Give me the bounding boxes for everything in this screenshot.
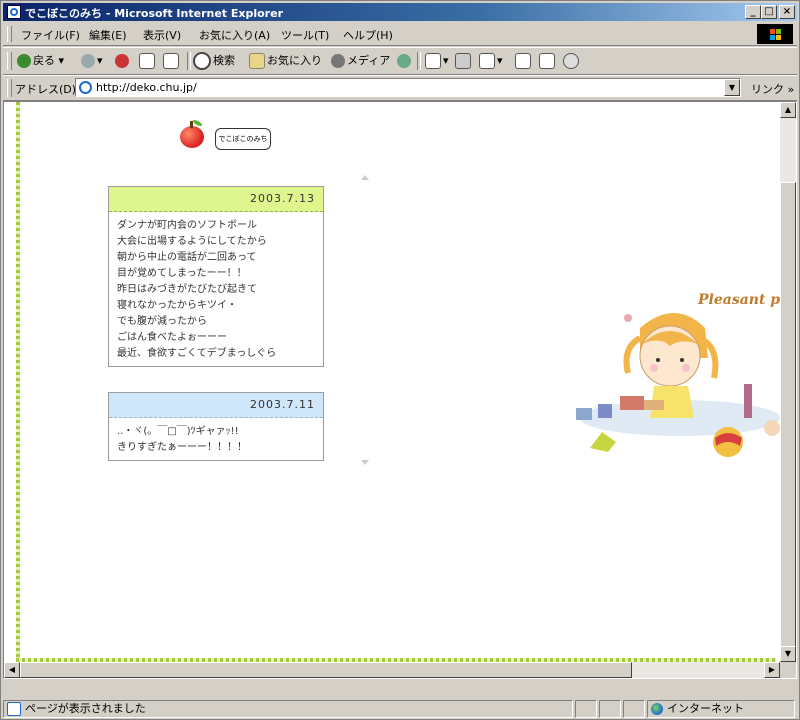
title-bar: でこぼこのみち - Microsoft Internet Explorer _ … — [3, 3, 797, 21]
status-bar: ページが表示されました インターネット — [3, 699, 797, 719]
address-input[interactable]: http://deko.chu.jp/ ▼ — [75, 78, 741, 97]
toolbar-grip — [7, 52, 12, 70]
windows-logo-icon — [757, 24, 793, 44]
refresh-button[interactable] — [139, 51, 157, 71]
refresh-icon — [139, 53, 155, 69]
vertical-scrollbar[interactable]: ▲ ▼ — [780, 102, 796, 662]
menu-favorites[interactable]: お気に入り(A) — [199, 27, 270, 43]
scroll-down-button[interactable]: ▼ — [780, 646, 796, 662]
girl-playing-illustration: Pleasant pla — [570, 288, 794, 464]
close-button[interactable]: × — [779, 5, 795, 19]
media-button[interactable]: メディア — [331, 51, 390, 71]
page-viewport: でこぼこのみち 2003.7.13 ダンナが町内会のソフトボール 大会に出場するよ… — [3, 101, 797, 679]
edit-icon — [479, 53, 495, 69]
messenger-icon — [563, 53, 579, 69]
print-button[interactable] — [455, 51, 473, 71]
history-icon — [397, 54, 411, 68]
diary-entry: 2003.7.13 ダンナが町内会のソフトボール 大会に出場するようにしてたから朝… — [108, 186, 324, 367]
back-button[interactable]: 戻る ▾ — [17, 51, 64, 71]
address-label: アドレス(D) — [15, 83, 77, 96]
forward-button[interactable]: ▾ — [81, 51, 103, 71]
horizontal-scroll-thumb[interactable] — [20, 662, 632, 678]
favorites-icon — [249, 53, 265, 69]
home-icon — [163, 53, 179, 69]
standard-toolbar: 戻る ▾ ▾ 検索 お気に入り メディア ▾ ▾ — [3, 47, 797, 75]
messenger-button[interactable] — [563, 51, 581, 71]
entry-body: ..・ヾ(。￣□￣)ﾂギャァｯ!! きりすぎたぁーーー！！！！ — [117, 426, 247, 453]
menu-tools[interactable]: ツール(T) — [281, 27, 329, 43]
mail-icon — [425, 53, 441, 69]
home-button[interactable] — [163, 51, 181, 71]
toolbar-separator-2 — [417, 52, 421, 70]
search-icon — [193, 52, 211, 70]
address-dropdown-icon[interactable]: ▼ — [724, 79, 740, 96]
scroll-down-arrow-icon[interactable] — [361, 460, 369, 465]
entry-date: 2003.7.11 — [109, 393, 323, 418]
stop-button[interactable] — [115, 51, 131, 71]
discuss-button[interactable] — [515, 51, 533, 71]
research-button[interactable] — [539, 51, 557, 71]
logo-text: でこぼこのみち — [215, 128, 271, 150]
address-bar: アドレス(D) http://deko.chu.jp/ ▼ リンク » — [3, 75, 797, 101]
forward-arrow-icon — [81, 54, 95, 68]
browser-window: でこぼこのみち - Microsoft Internet Explorer _ … — [0, 0, 800, 720]
window-title: でこぼこのみち - Microsoft Internet Explorer — [25, 7, 283, 20]
media-icon — [331, 54, 345, 68]
status-panel-3 — [623, 700, 645, 718]
stop-icon — [115, 54, 129, 68]
scroll-right-button[interactable]: ▶ — [764, 662, 780, 678]
print-icon — [455, 53, 471, 69]
research-icon — [539, 53, 555, 69]
zone-text: インターネット — [667, 702, 744, 715]
entry-body: ダンナが町内会のソフトボール 大会に出場するようにしてたから 朝から中止の電話が二回… — [117, 220, 277, 359]
toolbar-separator — [187, 52, 191, 70]
menu-view[interactable]: 表示(V) — [143, 27, 181, 43]
address-url[interactable]: http://deko.chu.jp/ — [96, 81, 197, 94]
status-text-panel: ページが表示されました — [3, 700, 573, 718]
minimize-button[interactable]: _ — [745, 5, 761, 19]
vertical-scroll-thumb[interactable] — [780, 182, 796, 662]
page-done-icon — [7, 702, 21, 716]
security-zone-panel[interactable]: インターネット — [647, 700, 795, 718]
back-arrow-icon — [17, 54, 31, 68]
links-button[interactable]: リンク » — [751, 81, 794, 97]
scroll-up-arrow-icon[interactable] — [361, 175, 369, 180]
status-panel-2 — [599, 700, 621, 718]
menu-help[interactable]: ヘルプ(H) — [343, 27, 393, 43]
illustration-graphic — [576, 313, 780, 457]
page-icon — [79, 81, 92, 94]
menu-edit[interactable]: 編集(E) — [89, 27, 127, 43]
edit-button[interactable]: ▾ — [479, 51, 503, 71]
apple-icon — [180, 120, 204, 148]
discuss-icon — [515, 53, 531, 69]
favorites-button[interactable]: お気に入り — [249, 51, 322, 71]
menu-bar: ファイル(F) 編集(E) 表示(V) お気に入り(A) ツール(T) ヘルプ(… — [3, 23, 797, 46]
ie-icon — [7, 5, 21, 19]
diary-entry: 2003.7.11 ..・ヾ(。￣□￣)ﾂギャァｯ!! きりすぎたぁーーー！！！！ — [108, 392, 324, 461]
address-grip — [7, 79, 12, 97]
menu-grip — [7, 26, 12, 42]
horizontal-scrollbar[interactable]: ◀ ▶ — [4, 662, 780, 678]
entry-date: 2003.7.13 — [109, 187, 323, 212]
scrollbar-corner — [780, 662, 796, 678]
search-button[interactable]: 検索 — [193, 51, 235, 71]
history-button[interactable] — [397, 51, 413, 71]
internet-zone-icon — [651, 703, 663, 715]
menu-file[interactable]: ファイル(F) — [21, 27, 80, 43]
mail-button[interactable]: ▾ — [425, 51, 449, 71]
status-panel-1 — [575, 700, 597, 718]
status-text: ページが表示されました — [25, 702, 146, 715]
page-frame-border — [16, 102, 20, 662]
scroll-left-button[interactable]: ◀ — [4, 662, 20, 678]
maximize-button[interactable]: □ — [761, 5, 777, 19]
scroll-up-button[interactable]: ▲ — [780, 102, 796, 118]
